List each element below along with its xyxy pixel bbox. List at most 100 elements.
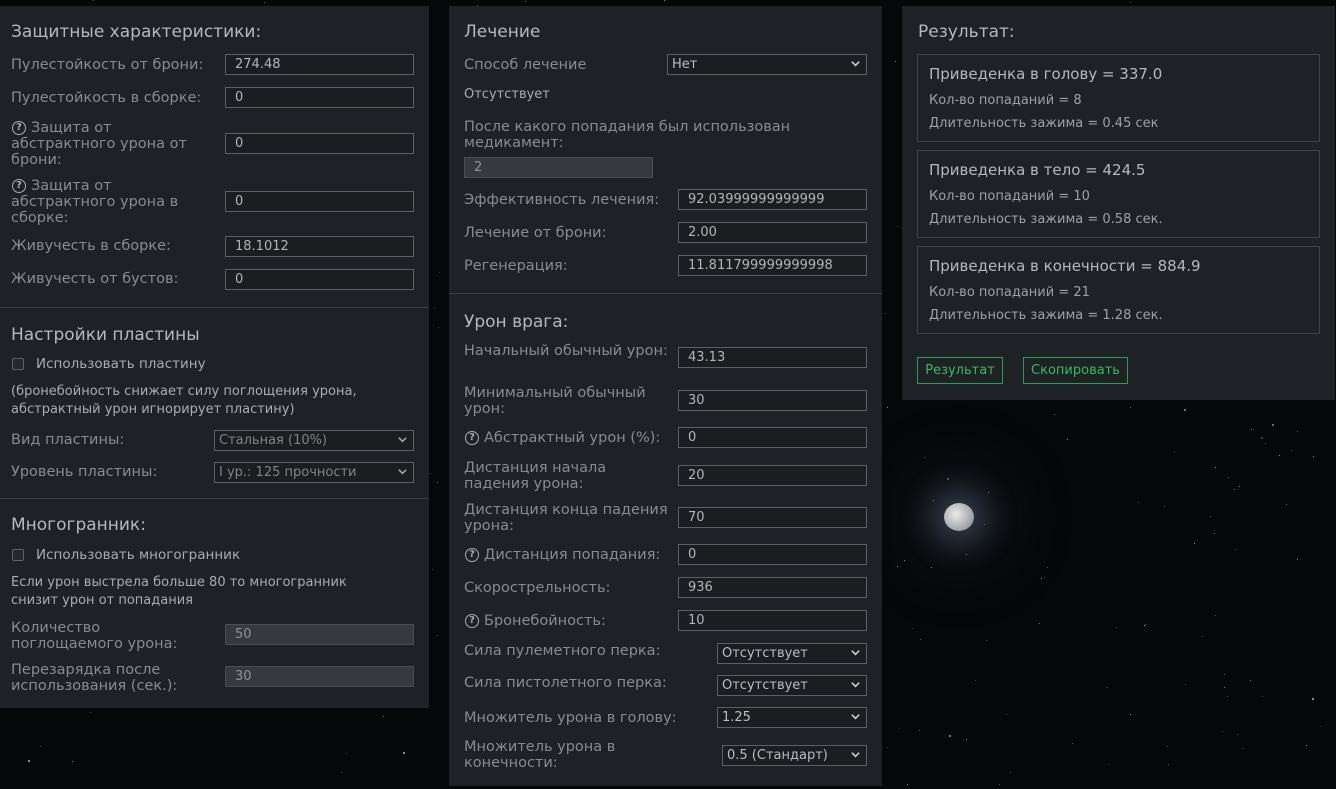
head-mult-select[interactable]: 1.25 — [717, 707, 867, 728]
healing-method-select[interactable]: Нет — [667, 54, 867, 75]
copy-button[interactable]: Скопировать — [1023, 357, 1128, 384]
star — [920, 639, 921, 640]
star — [897, 226, 898, 227]
limb-mult-value: 0.5 (Стандарт) — [727, 748, 828, 763]
armor-bulletproof-label: Пулестойкость от брони: — [11, 57, 204, 73]
star — [1235, 549, 1236, 550]
falloff-end-input[interactable]: 70 — [678, 507, 867, 528]
abstract-dmg-input[interactable]: 0 — [678, 427, 867, 448]
rof-input[interactable]: 936 — [678, 577, 867, 598]
star — [1107, 687, 1108, 688]
star — [1072, 743, 1073, 744]
result-panel: Результат: Приведенка в голову = 337.0 К… — [902, 6, 1335, 400]
star — [664, 0, 665, 1]
star — [1242, 748, 1243, 749]
star — [1320, 726, 1321, 727]
plate-level-label: Уровень пластины: — [11, 464, 158, 480]
star — [90, 712, 91, 713]
star — [919, 730, 920, 731]
defense-panel: Защитные характеристики: Пулестойкость о… — [0, 6, 429, 708]
mg-perk-select[interactable]: Отсутствует — [717, 643, 867, 664]
help-icon[interactable]: ? — [465, 548, 479, 562]
vitality-boost-input[interactable]: 0 — [225, 269, 414, 290]
star — [1039, 623, 1040, 624]
abstract-build-input[interactable]: 0 — [225, 191, 414, 212]
help-icon[interactable]: ? — [465, 431, 479, 445]
star — [1224, 687, 1225, 688]
chevron-down-icon — [851, 752, 860, 758]
hit-dist-input[interactable]: 0 — [678, 544, 867, 565]
star — [975, 680, 976, 681]
regen-label: Регенерация: — [464, 258, 568, 274]
star — [1130, 2, 1131, 3]
start-dmg-input[interactable]: 43.13 — [678, 347, 867, 368]
star — [1313, 456, 1314, 457]
abstract-armor-input[interactable]: 0 — [225, 133, 414, 154]
star — [1116, 627, 1117, 628]
armor-bulletproof-input[interactable]: 274.48 — [225, 54, 414, 75]
poly-absorb-input[interactable]: 50 — [225, 624, 414, 645]
min-dmg-input[interactable]: 30 — [678, 390, 867, 411]
star — [72, 761, 73, 762]
use-plate-label: Использовать пластину — [36, 356, 206, 372]
limb-mult-select[interactable]: 0.5 (Стандарт) — [722, 745, 867, 766]
penetration-input[interactable]: 10 — [678, 610, 867, 631]
healing-title: Лечение — [464, 22, 541, 42]
build-bulletproof-input[interactable]: 0 — [225, 87, 414, 108]
regen-input[interactable]: 11.811799999999998 — [678, 255, 867, 276]
star — [264, 2, 265, 3]
efficiency-input[interactable]: 92.03999999999999 — [678, 189, 867, 210]
falloff-start-input[interactable]: 20 — [678, 465, 867, 486]
chevron-down-icon — [851, 682, 860, 688]
use-plate-checkbox[interactable] — [12, 358, 24, 370]
moon-image — [944, 503, 974, 531]
plate-level-select[interactable]: I ур.: 125 прочности — [214, 462, 414, 483]
chevron-down-icon — [398, 437, 407, 443]
star — [1228, 477, 1229, 478]
poly-title: Многогранник: — [11, 515, 146, 535]
star — [1297, 559, 1298, 560]
head-result-hits: Кол-во попаданий = 8 — [929, 93, 1082, 108]
vitality-build-input[interactable]: 18.1012 — [225, 236, 414, 257]
use-poly-label: Использовать многогранник — [36, 547, 241, 563]
after-hit-label: После какого попадания был использован м… — [464, 119, 791, 151]
star — [438, 327, 439, 328]
plate-type-label: Вид пластины: — [11, 432, 125, 448]
star — [432, 569, 433, 570]
plate-title: Настройки пластины — [11, 325, 200, 345]
after-hit-input[interactable]: 2 — [464, 157, 653, 178]
healing-method-value: Нет — [672, 57, 698, 72]
star — [1237, 734, 1238, 735]
star — [430, 473, 431, 474]
star — [1054, 414, 1055, 415]
star — [1215, 615, 1216, 616]
plate-type-select[interactable]: Стальная (10%) — [214, 430, 414, 451]
plate-type-value: Стальная (10%) — [219, 433, 328, 448]
head-result-duration: Длительность зажима = 0.45 сек — [929, 116, 1159, 131]
star — [525, 1, 526, 2]
poly-cooldown-input[interactable]: 30 — [225, 666, 414, 687]
star — [924, 457, 925, 458]
star — [434, 307, 435, 308]
vitality-boost-label: Живучесть от бустов: — [11, 271, 179, 287]
star — [966, 739, 967, 740]
star — [984, 524, 985, 525]
star — [1041, 578, 1042, 579]
star — [1227, 696, 1228, 697]
body-result-card: Приведенка в тело = 424.5 Кол-во попадан… — [917, 150, 1320, 238]
poly-cooldown-label: Перезарядка после использования (сек.): — [11, 662, 178, 694]
help-icon[interactable]: ? — [465, 614, 479, 628]
star — [887, 407, 888, 408]
star — [907, 784, 908, 785]
star — [439, 272, 440, 273]
result-button[interactable]: Результат — [917, 357, 1003, 384]
star — [437, 635, 438, 636]
star — [1047, 567, 1048, 568]
poly-note: Если урон выстрела больше 80 то многогра… — [11, 575, 347, 608]
body-result-title: Приведенка в тело = 424.5 — [929, 161, 1146, 179]
pistol-perk-select[interactable]: Отсутствует — [717, 675, 867, 696]
star — [988, 492, 989, 493]
armor-heal-input[interactable]: 2.00 — [678, 222, 867, 243]
armor-heal-label: Лечение от брони: — [464, 225, 607, 241]
use-poly-checkbox[interactable] — [12, 549, 24, 561]
